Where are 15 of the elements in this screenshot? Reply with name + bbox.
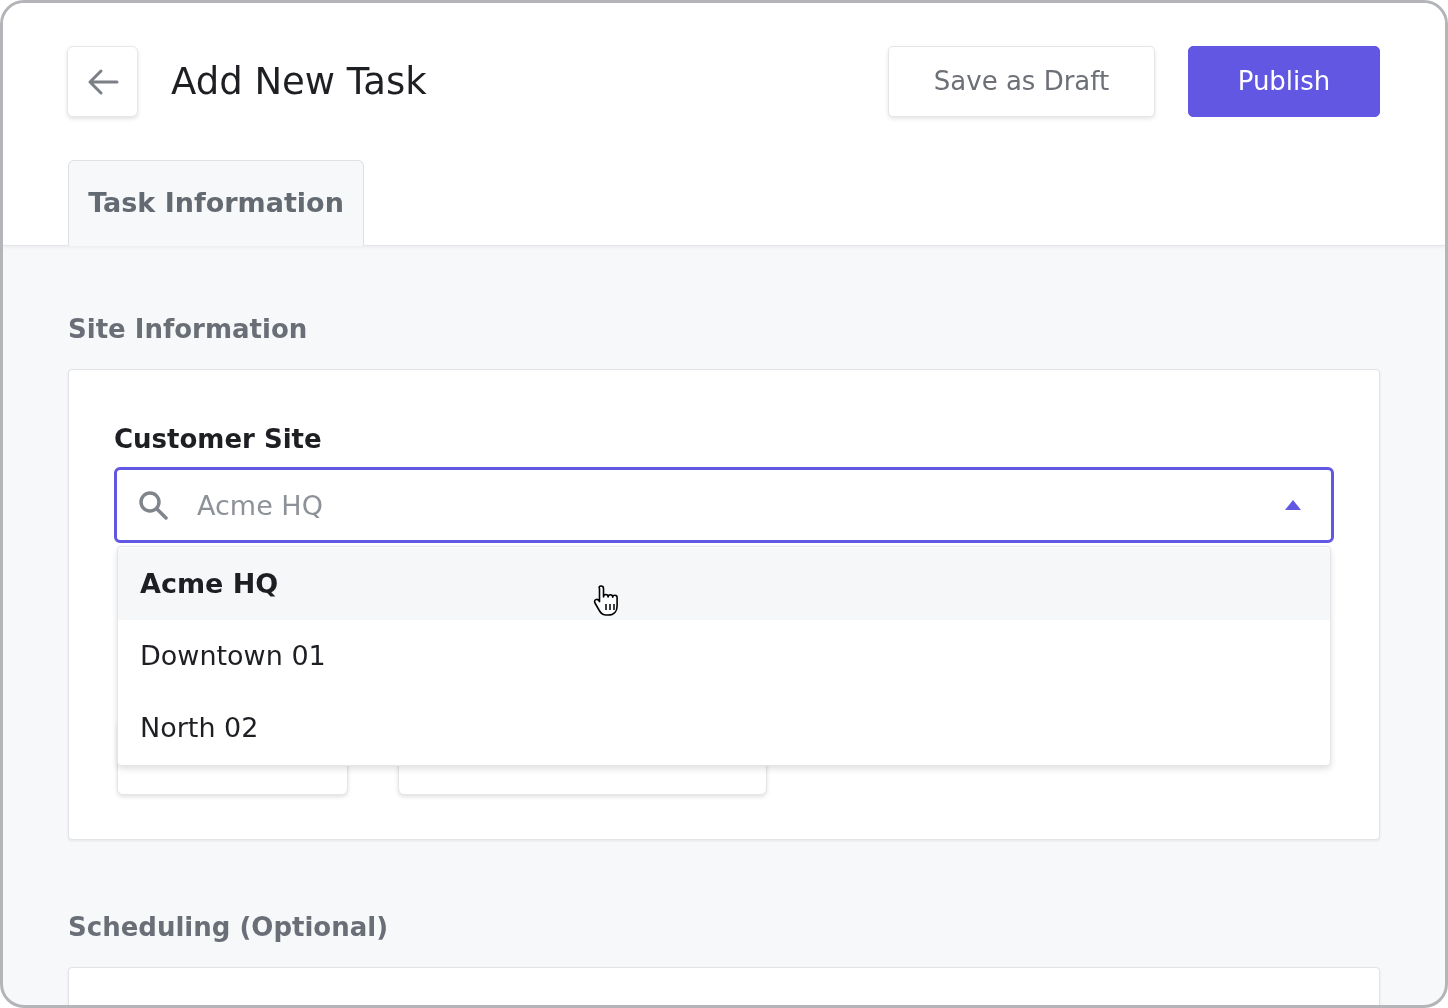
section-title: Site Information [68, 313, 309, 346]
publish-button[interactable]: Publish [1188, 46, 1380, 117]
dropdown-option[interactable]: Acme HQ [118, 548, 1330, 620]
search-icon [137, 489, 169, 521]
page-title: Add New Task [171, 58, 428, 105]
caret-icon [1284, 499, 1302, 511]
back-button[interactable] [67, 46, 138, 117]
tab[interactable]: Task Information [68, 160, 364, 246]
save-draft-button[interactable]: Save as Draft [888, 46, 1155, 117]
field-label: Customer Site [114, 423, 323, 456]
section-title: Scheduling (Optional) [68, 911, 390, 944]
search-field[interactable]: Acme HQ [114, 467, 1334, 543]
dropdown-option[interactable]: North 02 [118, 692, 1330, 764]
back-arrow-icon [86, 67, 119, 96]
dropdown-option[interactable]: Downtown 01 [118, 620, 1330, 692]
